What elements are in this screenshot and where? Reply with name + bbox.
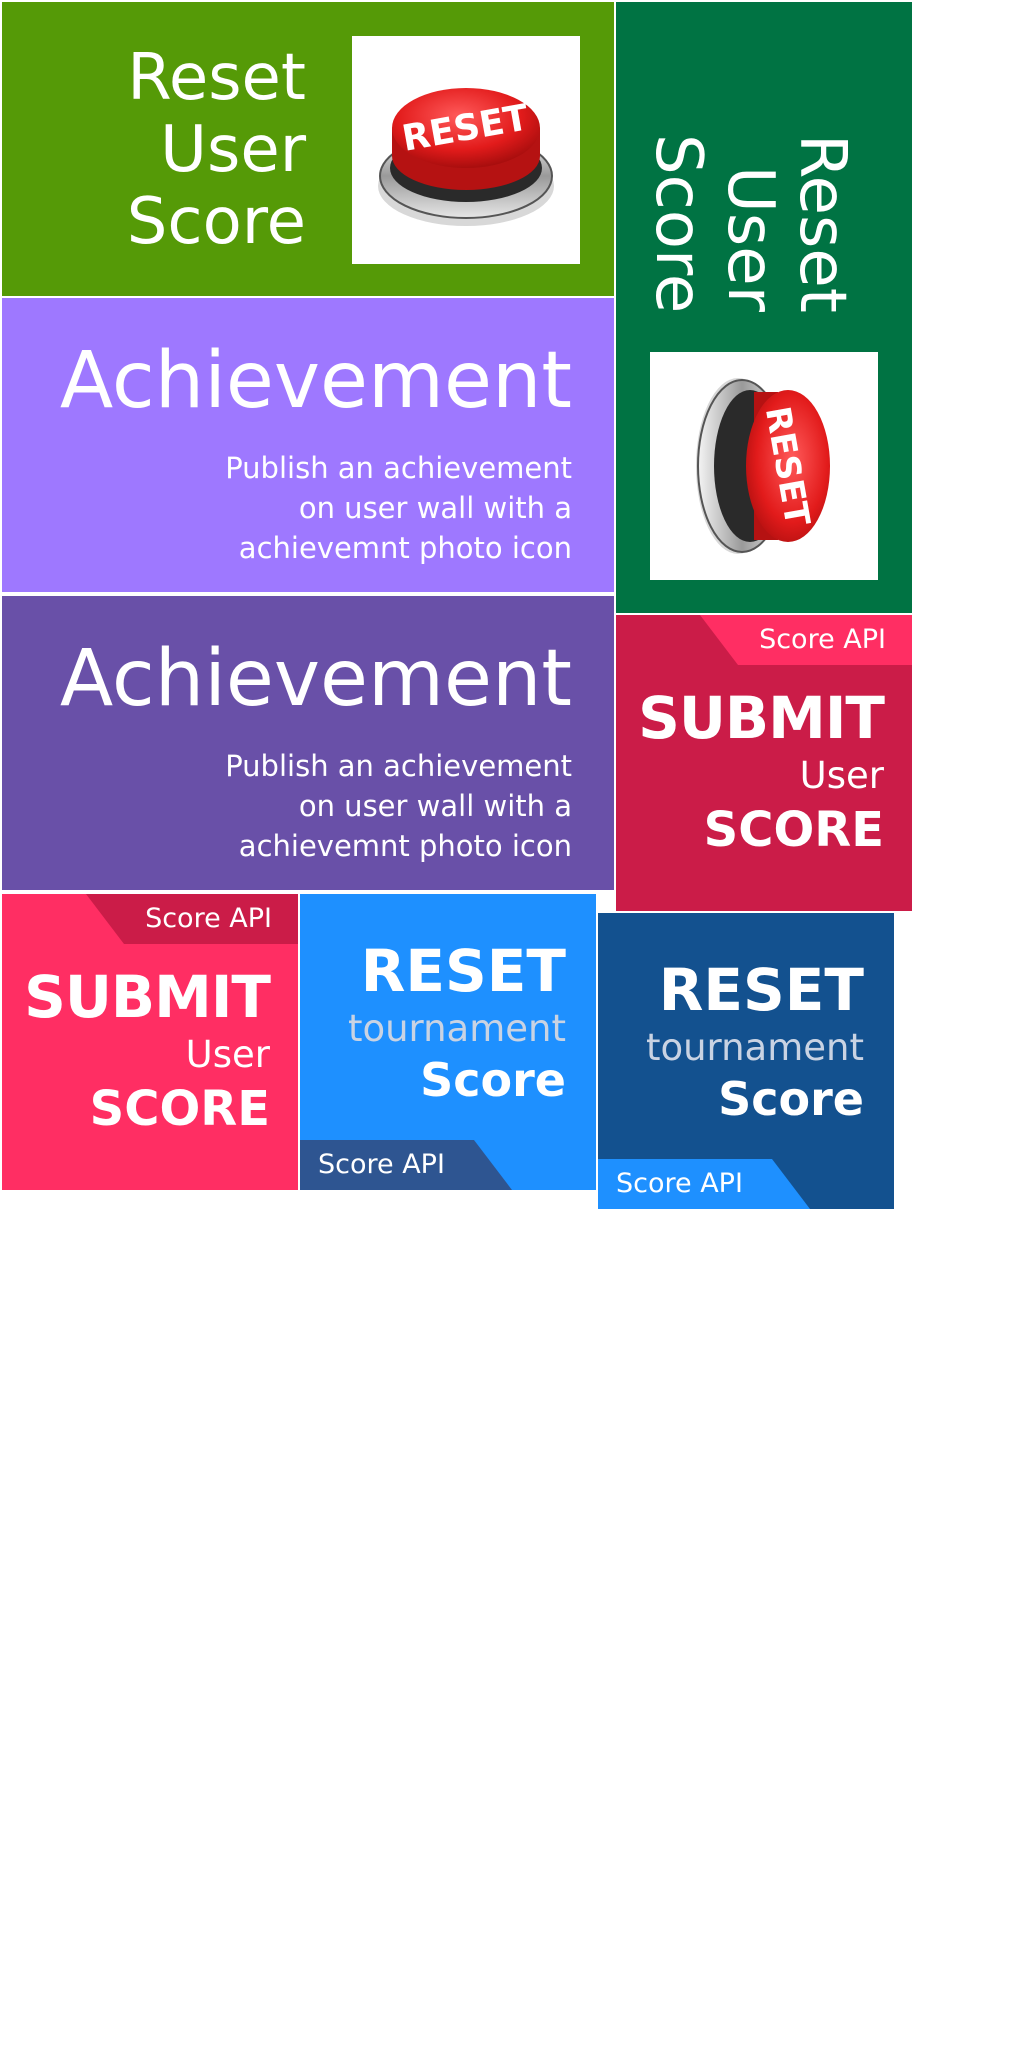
score-label: Score <box>420 1053 566 1107</box>
score-label: SCORE <box>703 802 884 858</box>
title-line: Reset <box>785 134 859 313</box>
user-label: User <box>185 1033 270 1076</box>
score-label: SCORE <box>89 1081 270 1137</box>
submit-user-score-tile[interactable]: Score API SUBMIT User SCORE <box>616 615 912 911</box>
description-line: achievemnt photo icon <box>238 531 572 565</box>
reset-label: RESET <box>658 956 864 1024</box>
achievement-description: Publish an achievement on user wall with… <box>152 448 572 568</box>
reset-tournament-score-tile-dark[interactable]: RESET tournament Score Score API <box>598 913 894 1209</box>
submit-label: SUBMIT <box>638 684 885 752</box>
title-line: User <box>713 166 787 312</box>
title-line: User <box>160 113 306 187</box>
red-reset-button-icon: RESET <box>696 378 830 554</box>
submit-label: SUBMIT <box>24 963 271 1031</box>
reset-user-score-title: Reset User Score <box>127 42 306 258</box>
reset-button-image: RESET <box>650 352 878 580</box>
achievement-title: Achievement <box>59 634 572 724</box>
score-api-ribbon: Score API <box>86 894 298 944</box>
red-reset-button-icon: RESET <box>378 88 554 226</box>
user-label: User <box>799 754 884 797</box>
description-line: on user wall with a <box>298 491 572 525</box>
tournament-label: tournament <box>645 1026 864 1069</box>
achievement-description: Publish an achievement on user wall with… <box>152 746 572 866</box>
description-line: achievemnt photo icon <box>238 829 572 863</box>
title-line: Reset <box>127 41 306 115</box>
submit-user-score-tile-pink[interactable]: Score API SUBMIT User SCORE <box>2 894 298 1190</box>
title-line: Score <box>126 185 306 259</box>
title-line: Score <box>641 134 715 314</box>
description-line: Publish an achievement <box>225 451 572 485</box>
score-api-ribbon: Score API <box>598 1159 810 1209</box>
tournament-label: tournament <box>347 1007 566 1050</box>
score-api-ribbon: Score API <box>700 615 912 665</box>
reset-user-score-vertical-title: Reset User Score <box>641 134 878 314</box>
score-api-ribbon: Score API <box>300 1140 512 1190</box>
reset-button-image: RESET <box>352 36 580 264</box>
achievement-title: Achievement <box>59 336 572 426</box>
reset-tournament-score-tile[interactable]: RESET tournament Score Score API <box>300 894 596 1190</box>
description-line: Publish an achievement <box>225 749 572 783</box>
achievement-tile-dark[interactable]: Achievement Publish an achievement on us… <box>2 596 614 890</box>
reset-user-score-tile[interactable]: Reset User Score RESET <box>2 2 614 296</box>
achievement-tile-light[interactable]: Achievement Publish an achievement on us… <box>2 298 614 592</box>
score-label: Score <box>718 1072 864 1126</box>
reset-label: RESET <box>360 937 566 1005</box>
description-line: on user wall with a <box>298 789 572 823</box>
reset-user-score-vertical-tile[interactable]: Reset User Score RESET <box>616 2 912 613</box>
